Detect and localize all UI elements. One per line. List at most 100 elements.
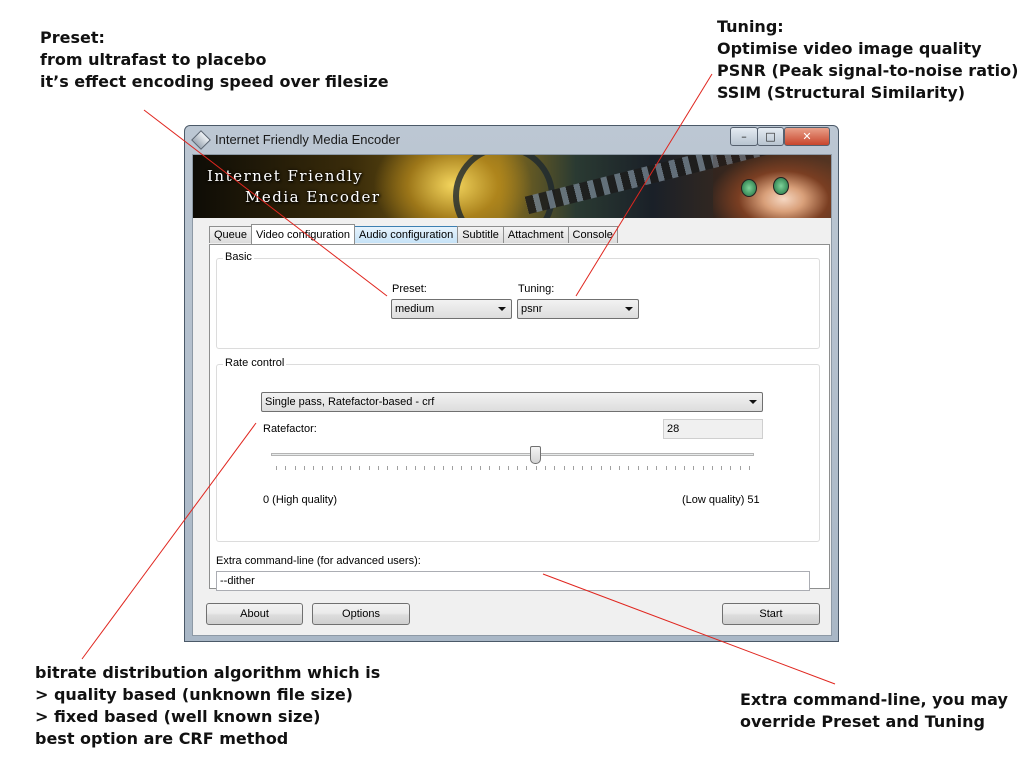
slider-tick: [702, 466, 704, 470]
window-client-area: Internet Friendly Media Encoder Queue Vi…: [192, 154, 832, 636]
ratefactor-label: Ratefactor:: [263, 423, 317, 435]
slider-tick: [507, 466, 509, 470]
slider-tick: [378, 466, 380, 470]
tab-queue[interactable]: Queue: [209, 226, 253, 243]
slider-tick: [730, 466, 732, 470]
tab-attachment[interactable]: Attachment: [502, 226, 569, 243]
slider-min-label: 0 (High quality): [263, 494, 337, 506]
slider-tick: [294, 466, 296, 470]
slider-tick: [609, 466, 611, 470]
banner-image: Internet Friendly Media Encoder: [193, 155, 831, 218]
title-bar[interactable]: Internet Friendly Media Encoder – □ ✕: [185, 126, 838, 154]
slider-tick: [350, 466, 352, 470]
chevron-down-icon: [498, 307, 506, 311]
basic-group-title: Basic: [223, 251, 254, 263]
about-button[interactable]: About: [206, 603, 303, 625]
rate-control-mode-value: Single pass, Ratefactor-based - crf: [265, 396, 435, 408]
chevron-down-icon: [625, 307, 633, 311]
tab-video-configuration[interactable]: Video configuration: [251, 224, 356, 244]
app-icon: [191, 130, 211, 150]
slider-tick: [563, 466, 565, 470]
slider-tick: [665, 466, 667, 470]
extra-command-line-label: Extra command-line (for advanced users):: [216, 555, 421, 567]
slider-tick: [600, 466, 602, 470]
slider-tick: [313, 466, 315, 470]
slider-tick: [442, 466, 444, 470]
tab-console[interactable]: Console: [567, 226, 618, 243]
slider-tick: [480, 466, 482, 470]
slider-tick: [721, 466, 723, 470]
tab-subtitle[interactable]: Subtitle: [457, 226, 504, 243]
slider-tick: [554, 466, 556, 470]
slider-tick: [739, 466, 741, 470]
slider-tick: [749, 466, 750, 470]
rate-control-group: Rate control Single pass, Ratefactor-bas…: [216, 357, 820, 542]
slider-tick: [322, 466, 324, 470]
ratefactor-field[interactable]: 28: [663, 419, 763, 439]
tab-audio-configuration[interactable]: Audio configuration: [354, 226, 459, 243]
slider-tick: [424, 466, 426, 470]
annotation-tuning: Tuning: Optimise video image quality PSN…: [717, 17, 1019, 102]
slider-tick: [674, 466, 676, 470]
encoder-window: Internet Friendly Media Encoder – □ ✕ In…: [184, 125, 839, 642]
slider-tick: [470, 466, 472, 470]
slider-tick: [303, 466, 305, 470]
start-button[interactable]: Start: [722, 603, 820, 625]
annotation-preset: Preset: from ultrafast to placebo it’s e…: [40, 28, 389, 91]
slider-tick: [619, 466, 621, 470]
slider-tick: [656, 466, 658, 470]
slider-tick: [646, 466, 648, 470]
banner-logo-line2: Media Encoder: [245, 188, 381, 206]
preset-value: medium: [395, 303, 435, 315]
tuning-value: psnr: [521, 303, 543, 315]
tab-bar: Queue Video configuration Audio configur…: [209, 224, 618, 244]
banner-logo-line1: Internet Friendly: [207, 167, 364, 185]
slider-tick: [517, 466, 519, 470]
slider-tick: [628, 466, 630, 470]
slider-tick: [637, 466, 639, 470]
ratefactor-slider-track[interactable]: [271, 453, 754, 456]
slider-tick: [461, 466, 463, 470]
preset-label: Preset:: [392, 283, 427, 295]
options-button[interactable]: Options: [312, 603, 410, 625]
slider-tick: [387, 466, 389, 470]
slider-tick: [535, 466, 537, 470]
slider-tick: [582, 466, 584, 470]
slider-tick: [415, 466, 417, 470]
chevron-down-icon: [749, 400, 757, 404]
rate-control-group-title: Rate control: [223, 357, 287, 369]
close-button[interactable]: ✕: [784, 127, 830, 146]
video-configuration-page: Basic Preset: medium Tuning: psnr Rate c…: [209, 244, 830, 591]
tuning-label: Tuning:: [518, 283, 555, 295]
preset-dropdown[interactable]: medium: [391, 299, 512, 319]
slider-tick: [526, 466, 528, 470]
rate-control-mode-dropdown[interactable]: Single pass, Ratefactor-based - crf: [261, 392, 763, 412]
slider-max-label: (Low quality) 51: [682, 494, 760, 506]
slider-tick: [711, 466, 713, 470]
slider-tick: [572, 466, 574, 470]
annotation-rate-control: bitrate distribution algorithm which is …: [35, 663, 381, 748]
basic-group: Basic Preset: medium Tuning: psnr: [216, 251, 820, 349]
ratefactor-slider-thumb[interactable]: [530, 446, 542, 464]
slider-tick: [544, 466, 546, 470]
extra-command-line-input[interactable]: --dither: [216, 571, 810, 591]
slider-tick: [396, 466, 398, 470]
slider-tick: [359, 466, 361, 470]
ratefactor-slider-ticks: [271, 466, 754, 471]
slider-tick: [684, 466, 686, 470]
tuning-dropdown[interactable]: psnr: [517, 299, 639, 319]
slider-tick: [276, 466, 277, 470]
maximize-button[interactable]: □: [757, 127, 784, 146]
slider-tick: [591, 466, 593, 470]
slider-tick: [405, 466, 407, 470]
annotation-extra-command-line: Extra command-line, you may override Pre…: [740, 690, 1008, 731]
minimize-button[interactable]: –: [730, 127, 758, 146]
slider-tick: [489, 466, 491, 470]
slider-tick: [693, 466, 695, 470]
slider-tick: [340, 466, 342, 470]
slider-tick: [498, 466, 500, 470]
slider-tick: [285, 466, 287, 470]
slider-tick: [452, 466, 454, 470]
slider-tick: [331, 466, 333, 470]
slider-tick: [433, 466, 435, 470]
